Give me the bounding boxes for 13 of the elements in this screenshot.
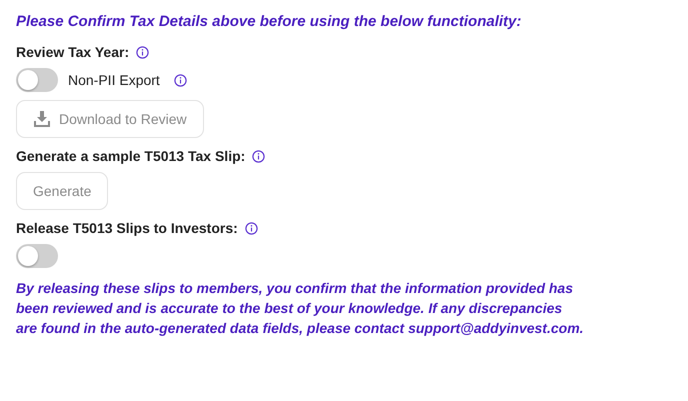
toggle-switch[interactable]: [16, 68, 58, 92]
download-icon: [33, 110, 51, 128]
section-heading: Review Tax Year:: [16, 44, 130, 60]
section-heading: Release T5013 Slips to Investors:: [16, 220, 238, 236]
info-icon[interactable]: [136, 46, 150, 58]
info-icon[interactable]: [244, 222, 258, 234]
info-icon[interactable]: [252, 150, 266, 162]
toggle-switch[interactable]: [16, 244, 58, 268]
info-icon[interactable]: [174, 74, 187, 86]
toggle-label: Non-PII Export: [68, 72, 160, 88]
section-heading: Generate a sample T5013 Tax Slip:: [16, 148, 246, 164]
disclaimer-text: By releasing these slips to members, you confirm that the information provided has been reviewed and is accurate to the best of your knowledge. If any discrepancies are found in the auto-generated data fields, please contact support@addyinvest.com.: [16, 279, 585, 338]
notice-text: Please Confirm Tax Details above before using the below functionality:: [16, 13, 522, 30]
